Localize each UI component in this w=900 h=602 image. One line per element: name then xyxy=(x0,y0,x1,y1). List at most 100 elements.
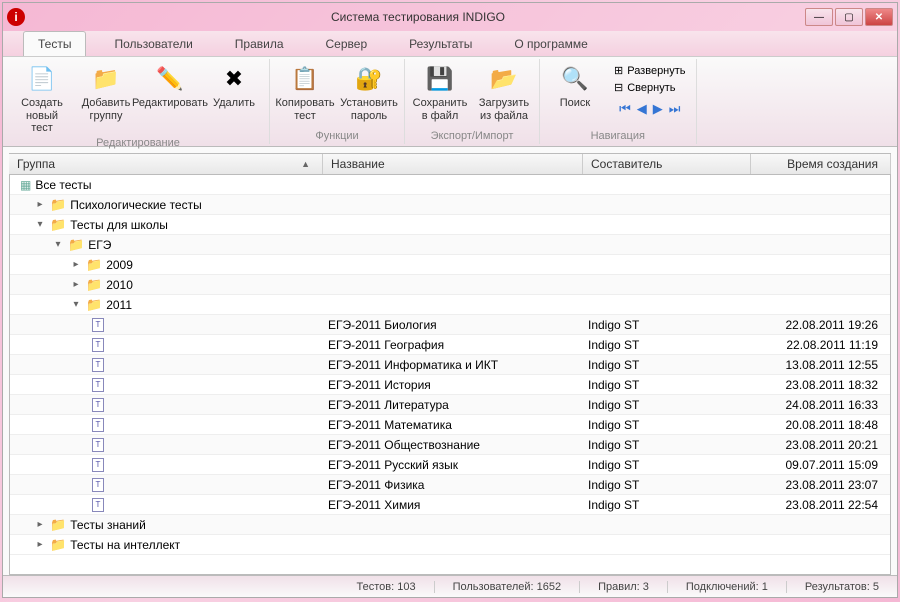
expander-icon[interactable]: ▾ xyxy=(52,239,64,250)
folder-icon: 📁 xyxy=(86,277,102,293)
window-title: Система тестирования INDIGO xyxy=(31,10,805,24)
status-rules: Правил: 3 xyxy=(579,581,667,593)
edit-button-icon: ✏️ xyxy=(154,63,186,95)
all-tests-icon: ▦ xyxy=(20,178,31,192)
expander-icon[interactable]: ▸ xyxy=(34,539,46,550)
edit-button[interactable]: ✏️Редактировать xyxy=(141,61,199,112)
tab-3[interactable]: Сервер xyxy=(312,32,382,56)
set-password-button-icon: 🔐 xyxy=(353,63,385,95)
expander-icon[interactable]: ▸ xyxy=(70,259,82,270)
set-password-button[interactable]: 🔐Установить пароль xyxy=(340,61,398,124)
load-file-button-icon: 📂 xyxy=(488,63,520,95)
test-row[interactable]: TЕГЭ-2011 МатематикаIndigo ST20.08.2011 … xyxy=(10,415,890,435)
folder-icon: 📁 xyxy=(68,237,84,253)
column-group[interactable]: Группа▲ xyxy=(9,154,323,174)
tab-5[interactable]: О программе xyxy=(500,32,601,56)
folder-row[interactable]: ▾📁ЕГЭ xyxy=(10,235,890,255)
folder-icon: 📁 xyxy=(86,297,102,313)
folder-row[interactable]: ▸📁2010 xyxy=(10,275,890,295)
maximize-button[interactable]: ▢ xyxy=(835,8,863,26)
column-author[interactable]: Составитель xyxy=(583,154,751,174)
test-icon: T xyxy=(92,478,104,492)
folder-row[interactable]: ▸📁Тесты знаний xyxy=(10,515,890,535)
load-file-button[interactable]: 📂Загрузить из файла xyxy=(475,61,533,124)
folder-row[interactable]: ▸📁Тесты на интеллект xyxy=(10,535,890,555)
sort-asc-icon: ▲ xyxy=(301,159,310,169)
test-icon: T xyxy=(92,318,104,332)
test-row[interactable]: TЕГЭ-2011 Русский языкIndigo ST09.07.201… xyxy=(10,455,890,475)
save-file-button[interactable]: 💾Сохранить в файл xyxy=(411,61,469,124)
titlebar: i Система тестирования INDIGO — ▢ ✕ xyxy=(3,3,897,31)
expander-icon[interactable]: ▾ xyxy=(70,299,82,310)
main-tabs: Тесты Пользователи Правила Сервер Результаты… xyxy=(3,31,897,57)
copy-test-button-icon: 📋 xyxy=(289,63,321,95)
create-test-button[interactable]: 📄Создать новый тест xyxy=(13,61,71,137)
add-group-button[interactable]: 📁Добавить группу xyxy=(77,61,135,124)
folder-row[interactable]: ▾📁2011 xyxy=(10,295,890,315)
folder-icon: 📁 xyxy=(50,217,66,233)
delete-button-icon: ✖ xyxy=(218,63,250,95)
status-results: Результатов: 5 xyxy=(786,581,897,593)
test-row[interactable]: TЕГЭ-2011 Информатика и ИКТIndigo ST13.0… xyxy=(10,355,890,375)
test-icon: T xyxy=(92,398,104,412)
folder-icon: 📁 xyxy=(86,257,102,273)
search-icon: 🔍 xyxy=(559,63,591,95)
test-row[interactable]: TЕГЭ-2011 ФизикаIndigo ST23.08.2011 23:0… xyxy=(10,475,890,495)
test-row[interactable]: TЕГЭ-2011 ЛитератураIndigo ST24.08.2011 … xyxy=(10,395,890,415)
expand-all-button-icon: ⊞ xyxy=(614,64,623,77)
nav-btn-2[interactable]: ▶ xyxy=(653,101,663,117)
statusbar: Тестов: 103 Пользователей: 1652 Правил: … xyxy=(3,575,897,597)
test-icon: T xyxy=(92,378,104,392)
ribbon: 📄Создать новый тест📁Добавить группу✏️Ред… xyxy=(3,57,897,147)
test-row[interactable]: TЕГЭ-2011 БиологияIndigo ST22.08.2011 19… xyxy=(10,315,890,335)
folder-icon: 📁 xyxy=(50,197,66,213)
test-icon: T xyxy=(92,418,104,432)
tab-0[interactable]: Тесты xyxy=(23,31,86,56)
create-test-button-icon: 📄 xyxy=(26,63,58,95)
test-row[interactable]: TЕГЭ-2011 ГеографияIndigo ST22.08.2011 1… xyxy=(10,335,890,355)
column-name[interactable]: Название xyxy=(323,154,583,174)
delete-button[interactable]: ✖Удалить xyxy=(205,61,263,112)
status-tests: Тестов: 103 xyxy=(339,581,434,593)
folder-row[interactable]: ▾📁Тесты для школы xyxy=(10,215,890,235)
ribbon-group-2: 💾Сохранить в файл📂Загрузить из файлаЭксп… xyxy=(405,59,540,144)
expander-icon[interactable]: ▾ xyxy=(34,219,46,230)
grid-header: Группа▲ Название Составитель Время созда… xyxy=(9,153,891,175)
grid-body[interactable]: ▦Все тесты▸📁Психологические тесты▾📁Тесты… xyxy=(9,175,891,575)
status-connections: Подключений: 1 xyxy=(667,581,786,593)
expander-icon[interactable]: ▸ xyxy=(34,199,46,210)
main-window: i Система тестирования INDIGO — ▢ ✕ Тест… xyxy=(2,2,898,598)
folder-row[interactable]: ▦Все тесты xyxy=(10,175,890,195)
test-row[interactable]: TЕГЭ-2011 ИсторияIndigo ST23.08.2011 18:… xyxy=(10,375,890,395)
collapse-all-button-icon: ⊟ xyxy=(614,81,623,94)
folder-row[interactable]: ▸📁2009 xyxy=(10,255,890,275)
minimize-button[interactable]: — xyxy=(805,8,833,26)
test-row[interactable]: TЕГЭ-2011 ХимияIndigo ST23.08.2011 22:54 xyxy=(10,495,890,515)
ribbon-group-1: 📋Копировать тест🔐Установить парольФункци… xyxy=(270,59,405,144)
expander-icon[interactable]: ▸ xyxy=(34,519,46,530)
column-date[interactable]: Время создания xyxy=(751,154,891,174)
expander-icon[interactable]: ▸ xyxy=(70,279,82,290)
folder-icon: 📁 xyxy=(50,537,66,553)
collapse-all-button[interactable]: ⊟Свернуть xyxy=(610,80,690,95)
search-button[interactable]: 🔍Поиск xyxy=(546,61,604,112)
test-icon: T xyxy=(92,498,104,512)
copy-test-button[interactable]: 📋Копировать тест xyxy=(276,61,334,124)
test-icon: T xyxy=(92,358,104,372)
expand-all-button[interactable]: ⊞Развернуть xyxy=(610,63,690,78)
nav-btn-3[interactable]: ⏭ xyxy=(669,101,681,117)
ribbon-group-0: 📄Создать новый тест📁Добавить группу✏️Ред… xyxy=(7,59,270,144)
nav-btn-0[interactable]: ⏮ xyxy=(619,101,631,117)
test-icon: T xyxy=(92,438,104,452)
tab-4[interactable]: Результаты xyxy=(395,32,486,56)
tab-2[interactable]: Правила xyxy=(221,32,298,56)
nav-btn-1[interactable]: ◀ xyxy=(637,101,647,117)
test-row[interactable]: TЕГЭ-2011 ОбществознаниеIndigo ST23.08.2… xyxy=(10,435,890,455)
tab-1[interactable]: Пользователи xyxy=(100,32,206,56)
test-icon: T xyxy=(92,458,104,472)
close-button[interactable]: ✕ xyxy=(865,8,893,26)
test-icon: T xyxy=(92,338,104,352)
folder-row[interactable]: ▸📁Психологические тесты xyxy=(10,195,890,215)
save-file-button-icon: 💾 xyxy=(424,63,456,95)
status-users: Пользователей: 1652 xyxy=(434,581,580,593)
